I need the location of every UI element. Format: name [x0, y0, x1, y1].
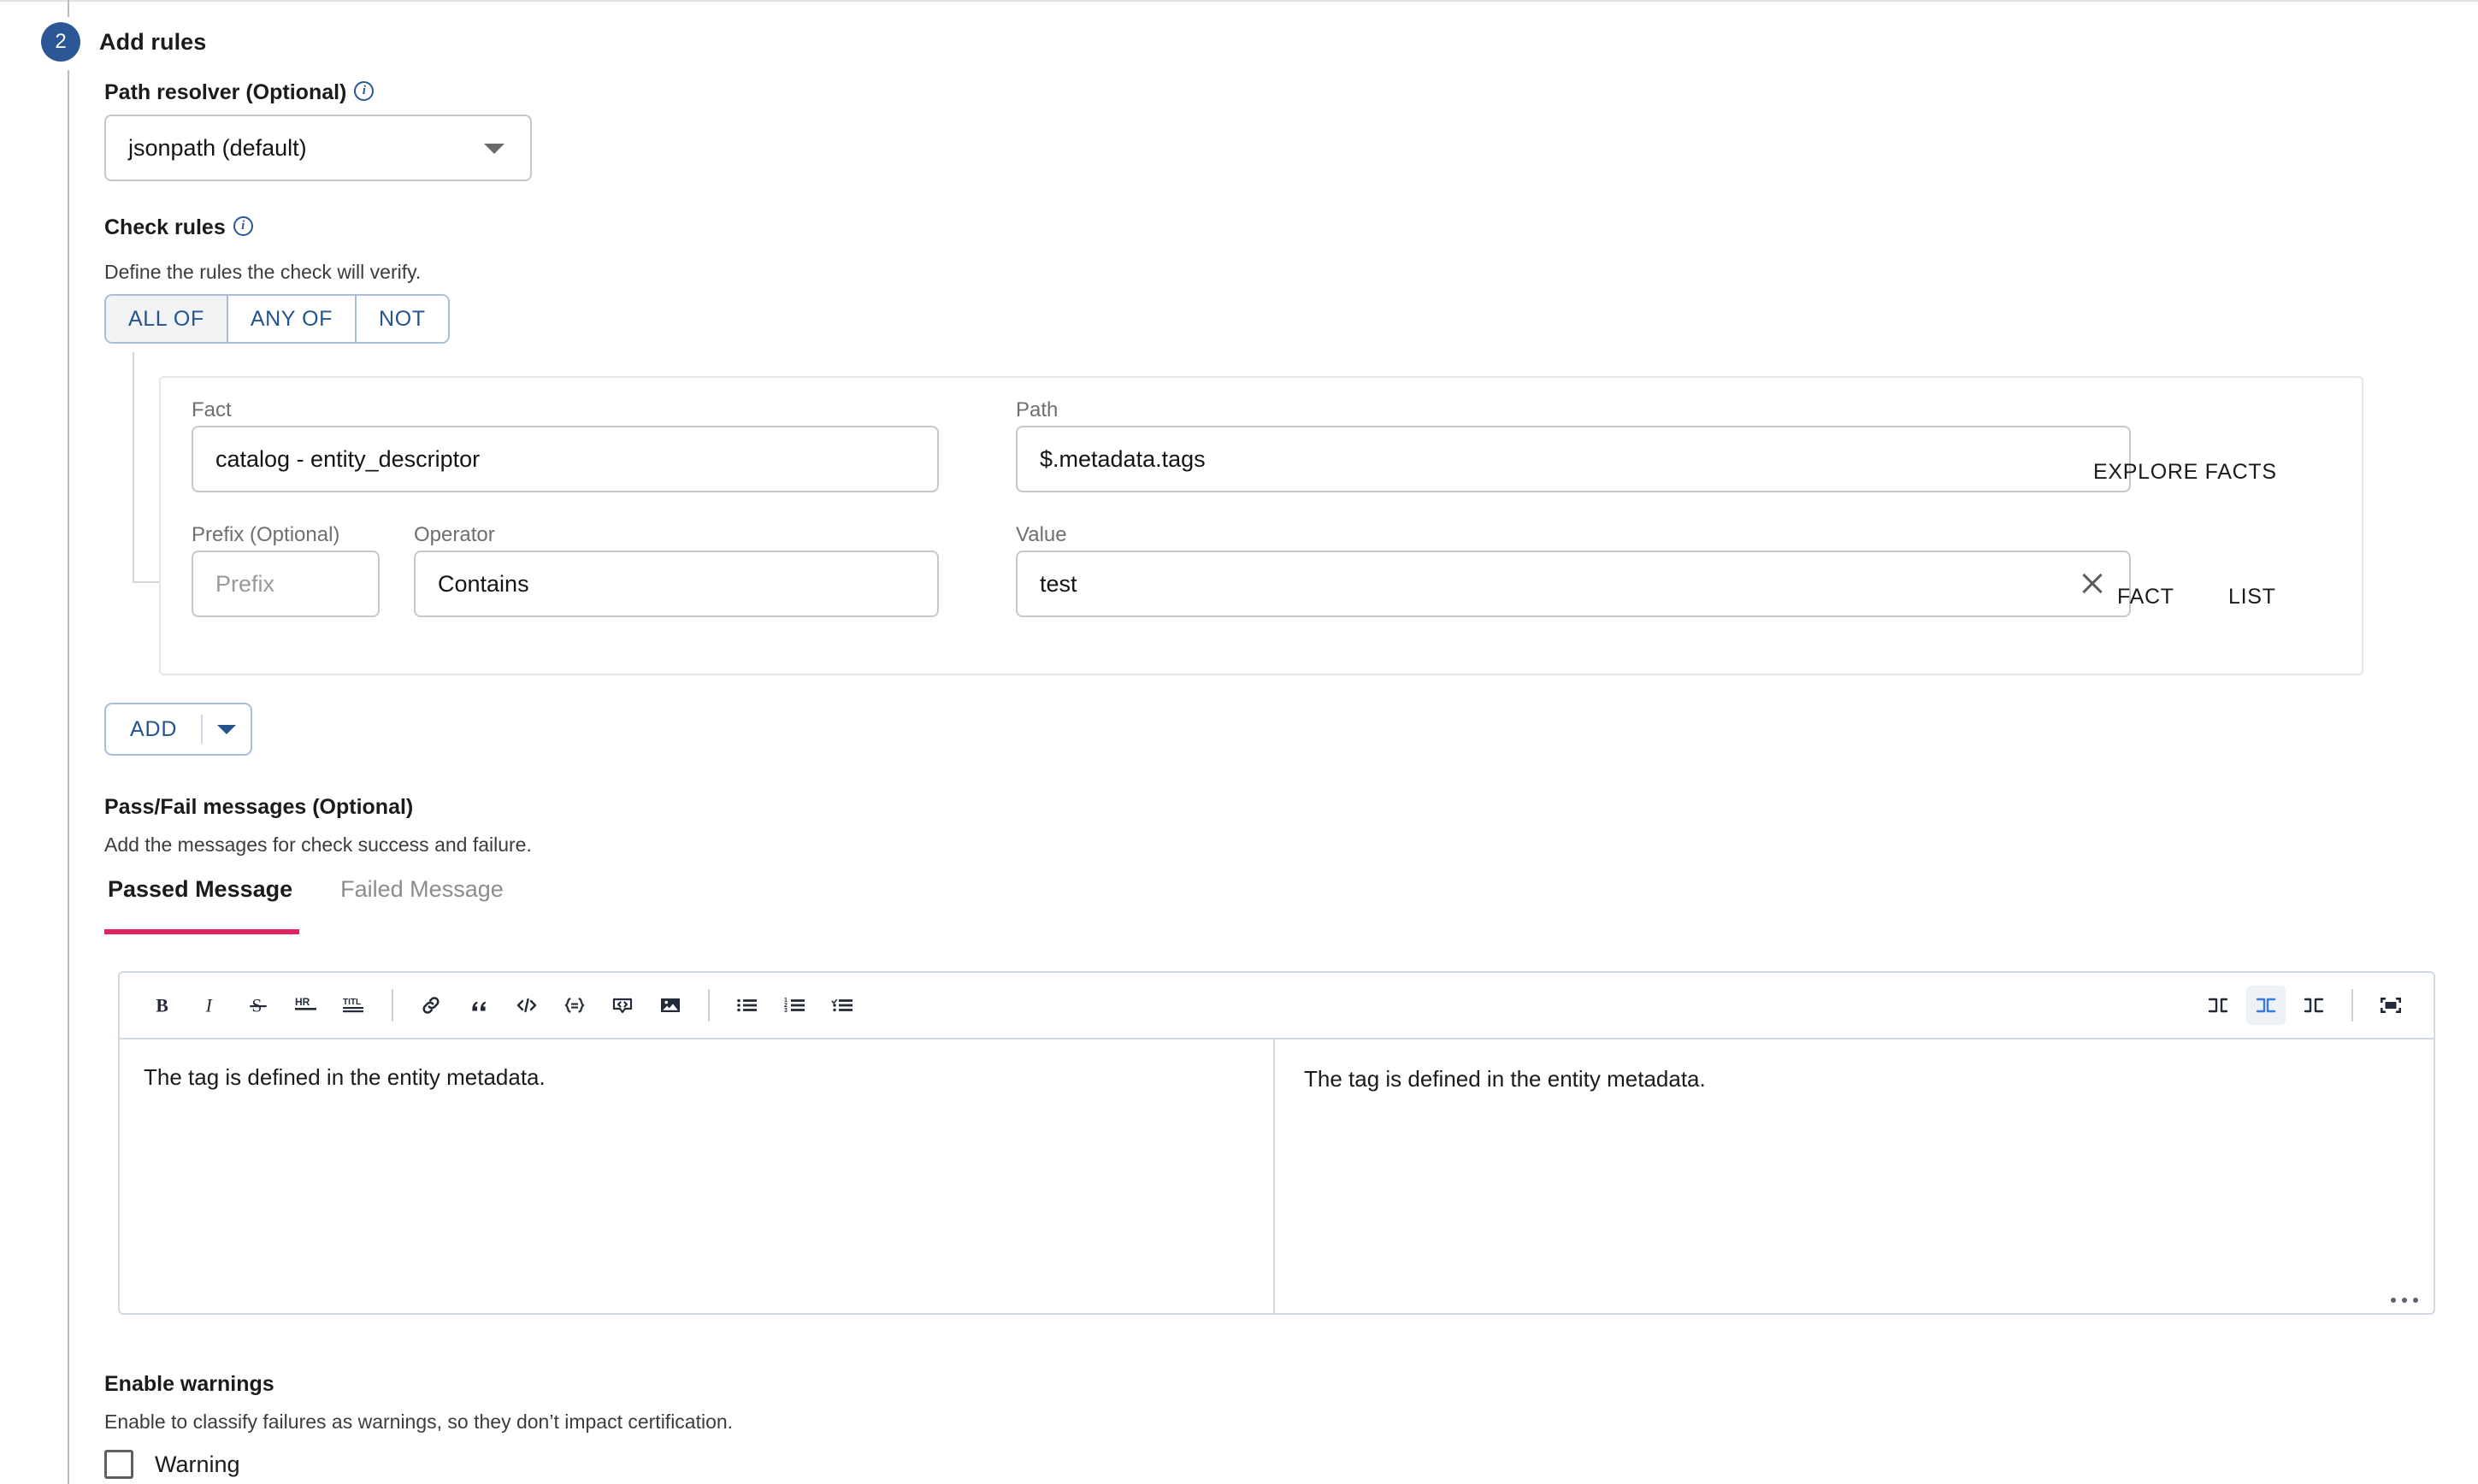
info-icon[interactable]: i	[233, 216, 253, 236]
path-label: Path	[1016, 398, 1059, 421]
editor-preview-pane: The tag is defined in the entity metadat…	[1275, 1039, 2434, 1313]
chevron-down-icon	[484, 144, 504, 154]
svg-text:B: B	[156, 996, 168, 1016]
enable-warnings-description: Enable to classify failures as warnings,…	[104, 1410, 734, 1433]
info-icon[interactable]: i	[354, 81, 375, 101]
warning-checkbox-row[interactable]: Warning	[104, 1450, 240, 1479]
rule-operator-any-of[interactable]: ANY OF	[227, 296, 357, 342]
editor-toolbar-format-group: B I S HR TITL	[139, 986, 378, 1025]
checklist-icon[interactable]	[823, 986, 863, 1025]
path-input[interactable]: $.metadata.tags	[1016, 426, 2131, 492]
split-mode-icon[interactable]	[2246, 986, 2286, 1025]
value-input[interactable]: test	[1016, 551, 2131, 617]
pass-fail-description: Add the messages for check success and f…	[104, 833, 532, 856]
chevron-down-icon	[217, 724, 237, 734]
comment-code-icon[interactable]	[603, 986, 642, 1025]
editor-toolbar-list-group: 1 2 3	[723, 986, 867, 1025]
code-icon[interactable]	[507, 986, 546, 1025]
step-number-badge: 2	[41, 22, 80, 62]
tab-failed-message[interactable]: Failed Message	[337, 876, 507, 916]
rule-operator-all-of[interactable]: ALL OF	[106, 296, 228, 342]
add-rule-label: ADD	[130, 716, 178, 741]
editor-write-pane[interactable]: The tag is defined in the entity metadat…	[120, 1039, 1275, 1313]
editor-toolbar: B I S HR TITL	[120, 973, 2434, 1039]
editor-toolbar-insert-group	[407, 986, 694, 1025]
ordered-list-icon[interactable]: 1 2 3	[776, 986, 815, 1025]
italic-icon[interactable]: I	[191, 986, 230, 1025]
horizontal-rule-icon[interactable]: HR	[286, 986, 326, 1025]
code-block-icon[interactable]	[555, 986, 594, 1025]
pass-fail-label: Pass/Fail messages (Optional)	[104, 795, 414, 819]
fact-value: catalog - entity_descriptor	[215, 445, 481, 472]
message-tabs: Passed Message Failed Message	[104, 876, 548, 916]
warning-checkbox-label: Warning	[155, 1451, 240, 1477]
prefix-input[interactable]: Prefix	[192, 551, 380, 617]
editor-write-text: The tag is defined in the entity metadat…	[144, 1064, 546, 1090]
toolbar-divider	[392, 989, 393, 1022]
edit-mode-icon[interactable]	[2198, 986, 2238, 1025]
toolbar-divider	[708, 989, 710, 1022]
stepper-rail-top	[68, 0, 69, 17]
path-resolver-select[interactable]: jsonpath (default)	[104, 115, 532, 181]
fullscreen-icon[interactable]	[2371, 986, 2410, 1025]
image-icon[interactable]	[651, 986, 690, 1025]
quote-icon[interactable]	[459, 986, 499, 1025]
bold-icon[interactable]: B	[143, 986, 182, 1025]
editor-body: The tag is defined in the entity metadat…	[120, 1039, 2434, 1313]
editor-toolbar-view-group	[2194, 986, 2415, 1025]
check-rules-label: Check rules	[104, 215, 226, 239]
prefix-placeholder: Prefix	[215, 570, 275, 597]
step-header: 2 Add rules	[41, 22, 206, 62]
path-resolver-value: jsonpath (default)	[128, 134, 307, 161]
value-label: Value	[1016, 523, 1067, 546]
strikethrough-icon[interactable]: S	[239, 986, 278, 1025]
svg-text:3: 3	[784, 1008, 788, 1014]
value-value: test	[1040, 570, 1077, 597]
fact-input[interactable]: catalog - entity_descriptor	[192, 426, 939, 492]
title-icon[interactable]: TITL	[334, 986, 374, 1025]
check-rules-label-row: Check rules i	[104, 215, 253, 240]
rule-card: Fact catalog - entity_descriptor Path $.…	[159, 376, 2363, 675]
editor-preview-text: The tag is defined in the entity metadat…	[1304, 1066, 1706, 1092]
page-title: Add rules	[99, 28, 207, 55]
preview-mode-icon[interactable]	[2294, 986, 2333, 1025]
check-rules-description: Define the rules the check will verify.	[104, 261, 422, 283]
operator-value: Contains	[438, 570, 529, 597]
rule-tree-connector-horizontal	[133, 581, 160, 583]
enable-warnings-label: Enable warnings	[104, 1372, 274, 1396]
add-rule-dropdown-toggle[interactable]	[203, 704, 251, 754]
path-resolver-label: Path resolver (Optional)	[104, 80, 347, 104]
bullet-list-icon[interactable]	[728, 986, 767, 1025]
add-rule-button[interactable]: ADD	[104, 703, 253, 756]
fact-button[interactable]: FACT	[2117, 585, 2174, 610]
prefix-label: Prefix (Optional)	[192, 523, 340, 546]
operator-input[interactable]: Contains	[414, 551, 939, 617]
close-icon[interactable]	[2078, 569, 2107, 598]
svg-text:HR: HR	[295, 996, 310, 1008]
list-button[interactable]: LIST	[2228, 585, 2276, 610]
tab-passed-message[interactable]: Passed Message	[104, 876, 296, 916]
resize-grip-icon[interactable]	[2391, 1298, 2418, 1303]
svg-text:I: I	[205, 996, 214, 1016]
active-tab-indicator	[104, 929, 299, 934]
path-resolver-label-row: Path resolver (Optional) i	[104, 80, 375, 105]
fact-label: Fact	[192, 398, 232, 421]
toolbar-divider	[2351, 989, 2353, 1022]
rule-operator-not[interactable]: NOT	[357, 296, 448, 342]
link-icon[interactable]	[411, 986, 451, 1025]
markdown-editor: B I S HR TITL	[118, 971, 2435, 1315]
stepper-rail-bottom	[68, 70, 69, 1484]
operator-label: Operator	[414, 523, 495, 546]
path-value: $.metadata.tags	[1040, 445, 1206, 472]
top-divider	[0, 0, 2478, 2]
rule-tree-connector-vertical	[133, 352, 134, 583]
svg-text:TITL: TITL	[343, 998, 361, 1007]
explore-facts-button[interactable]: EXPLORE FACTS	[2093, 460, 2277, 485]
warning-checkbox[interactable]	[104, 1450, 133, 1479]
rule-operator-toggle-group: ALL OF ANY OF NOT	[104, 294, 450, 344]
